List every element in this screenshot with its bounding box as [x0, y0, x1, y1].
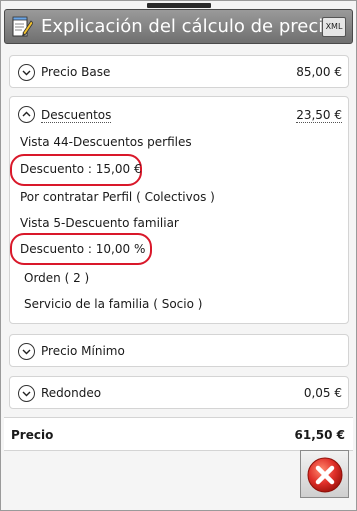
precio-minimo-label: Precio Mínimo — [41, 344, 125, 358]
chevron-down-icon[interactable] — [18, 64, 35, 81]
descuento-amount: Descuento : 15,00 € — [20, 162, 142, 176]
total-amount: 61,50 € — [294, 428, 345, 442]
chevron-up-icon[interactable] — [18, 106, 35, 123]
total-label: Precio — [11, 428, 54, 442]
title-bar: Explicación del cálculo de precios XML — [4, 9, 353, 44]
price-explanation-window: Explicación del cálculo de precios XML P… — [0, 0, 357, 511]
vista-descuento-familiar: Vista 5-Descuento familiar — [20, 216, 179, 230]
descuentos-label: Descuentos — [41, 108, 112, 123]
descuentos-row[interactable]: Descuentos 23,50 € — [10, 97, 348, 127]
redondeo-amount: 0,05 € — [303, 386, 342, 400]
por-contratar-perfil: Por contratar Perfil ( Colectivos ) — [20, 190, 215, 204]
vista-descuentos-perfiles: Vista 44-Descuentos perfiles — [20, 135, 192, 149]
servicio-familia: Servicio de la familia ( Socio ) — [24, 297, 203, 311]
precio-base-amount: 85,00 € — [296, 65, 342, 79]
notepad-pencil-icon — [11, 15, 34, 39]
chevron-down-icon[interactable] — [18, 343, 35, 360]
descuentos-amount: 23,50 € — [296, 108, 342, 123]
descuentos-section: Descuentos 23,50 € Vista 44-Descuentos p… — [9, 96, 349, 324]
close-x-icon — [307, 457, 343, 497]
redondeo-row[interactable]: Redondeo 0,05 € — [9, 376, 349, 409]
chevron-down-icon[interactable] — [18, 385, 35, 402]
precio-base-row[interactable]: Precio Base 85,00 € — [9, 55, 349, 88]
window-title: Explicación del cálculo de precios — [41, 16, 344, 37]
redondeo-label: Redondeo — [41, 386, 102, 400]
close-button[interactable] — [300, 450, 349, 498]
xml-button[interactable]: XML — [322, 17, 346, 37]
precio-minimo-row[interactable]: Precio Mínimo — [9, 334, 349, 367]
total-bar: Precio 61,50 € — [4, 417, 353, 451]
precio-base-label: Precio Base — [41, 65, 111, 79]
window-grip[interactable] — [147, 3, 211, 8]
descuento-percent: Descuento : 10,00 % — [20, 242, 146, 256]
orden-value: Orden ( 2 ) — [24, 271, 90, 285]
